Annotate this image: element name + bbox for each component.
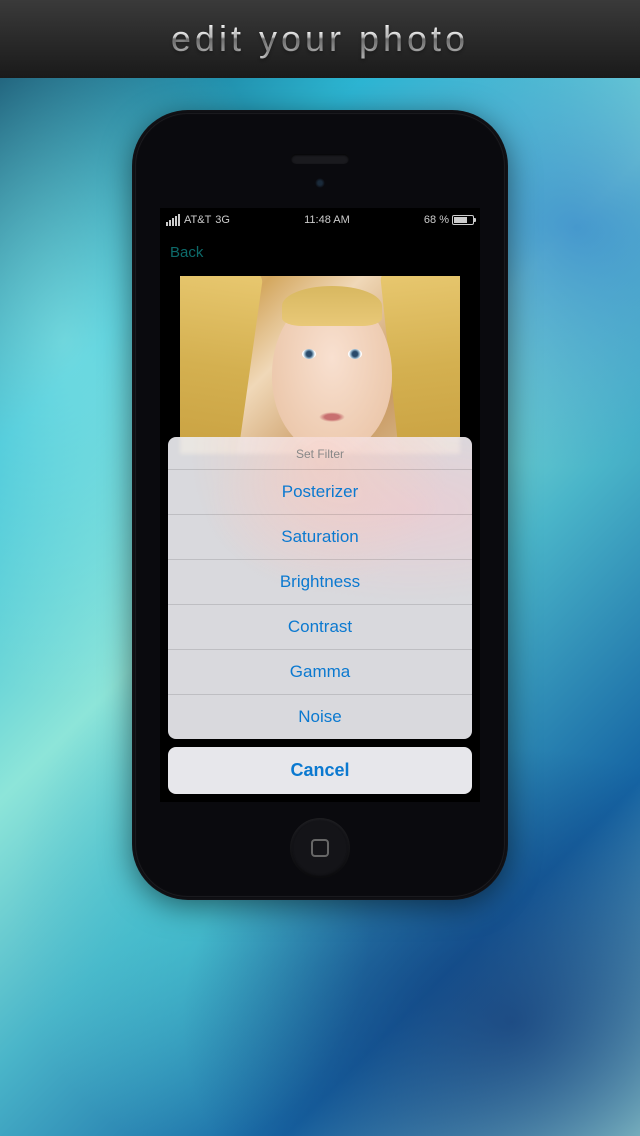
filter-contrast[interactable]: Contrast xyxy=(168,605,472,650)
photo-preview[interactable] xyxy=(180,276,460,454)
promo-header: edit your photo xyxy=(0,0,640,78)
photo-hair xyxy=(380,276,460,454)
filter-brightness[interactable]: Brightness xyxy=(168,560,472,605)
action-sheet: Set Filter Posterizer Saturation Brightn… xyxy=(168,437,472,794)
phone-camera xyxy=(315,178,325,188)
phone-screen: AT&T 3G 11:48 AM 68 % Back Set Filter xyxy=(160,208,480,802)
filter-posterizer[interactable]: Posterizer xyxy=(168,470,472,515)
status-battery: 68 % xyxy=(424,214,474,226)
carrier-label: AT&T xyxy=(184,214,211,226)
cancel-button[interactable]: Cancel xyxy=(168,747,472,794)
signal-icon xyxy=(166,214,180,226)
photo-hair xyxy=(180,276,263,454)
filter-saturation[interactable]: Saturation xyxy=(168,515,472,560)
filter-noise[interactable]: Noise xyxy=(168,695,472,739)
battery-icon xyxy=(452,215,474,225)
sheet-title: Set Filter xyxy=(168,437,472,470)
status-left: AT&T 3G xyxy=(166,214,230,226)
status-bar: AT&T 3G 11:48 AM 68 % xyxy=(160,208,480,232)
home-button[interactable] xyxy=(290,818,350,878)
filter-sheet: Set Filter Posterizer Saturation Brightn… xyxy=(168,437,472,739)
home-icon xyxy=(311,839,329,857)
photo-face xyxy=(272,294,392,454)
promo-title: edit your photo xyxy=(171,18,469,60)
back-button[interactable]: Back xyxy=(170,244,203,261)
phone-frame: AT&T 3G 11:48 AM 68 % Back Set Filter xyxy=(132,110,508,900)
nav-bar: Back xyxy=(160,232,480,272)
status-time: 11:48 AM xyxy=(304,214,350,226)
network-label: 3G xyxy=(215,214,230,226)
battery-pct: 68 % xyxy=(424,214,449,226)
phone-speaker xyxy=(291,154,349,164)
filter-gamma[interactable]: Gamma xyxy=(168,650,472,695)
